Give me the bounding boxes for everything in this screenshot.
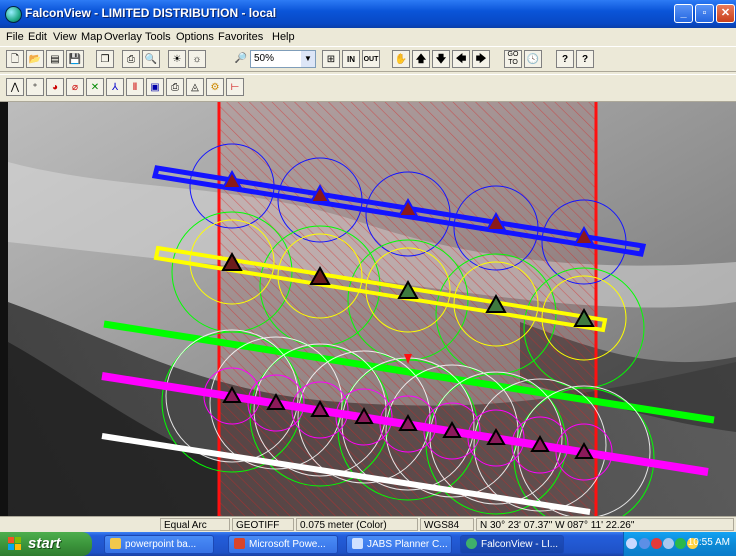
taskbar-item-falconview[interactable]: FalconView - LI... — [460, 535, 564, 554]
map-view[interactable] — [0, 102, 736, 516]
taskbar: start powerpoint ba... Microsoft Powe...… — [0, 532, 736, 556]
print-preview-icon[interactable]: 🔍 — [142, 50, 160, 68]
save-icon[interactable]: 💾 — [66, 50, 84, 68]
point-icon[interactable]: ⁺ — [26, 78, 44, 96]
taskbar-clock: 10:55 AM — [687, 537, 730, 548]
falconview-icon — [466, 538, 477, 549]
no-threat-icon[interactable]: ⌀ — [66, 78, 84, 96]
taskbar-item-microsoft-powerpoint[interactable]: Microsoft Powe... — [228, 535, 338, 554]
close-button[interactable]: ✕ — [716, 4, 735, 23]
draw-icon[interactable]: ◬ — [186, 78, 204, 96]
status-coordinates: N 30° 23' 07.37" W 087° 11' 22.26" — [476, 518, 734, 531]
film-icon[interactable]: ▣ — [146, 78, 164, 96]
minimize-button[interactable]: _ — [674, 4, 693, 23]
brightness-up-icon[interactable]: ☀ — [168, 50, 186, 68]
map-canvas[interactable] — [0, 102, 736, 516]
menu-file[interactable]: File — [6, 31, 24, 43]
status-bar: Equal Arc GEOTIFF 0.075 meter (Color) WG… — [0, 516, 736, 533]
menu-tools[interactable]: Tools — [145, 31, 171, 43]
menu-view[interactable]: View — [53, 31, 77, 43]
range-icon[interactable]: ⊢ — [226, 78, 244, 96]
status-projection: Equal Arc — [160, 518, 230, 531]
menu-map[interactable]: Map — [81, 31, 102, 43]
status-resolution: 0.075 meter (Color) — [296, 518, 418, 531]
folder-icon — [110, 538, 121, 549]
clock-icon[interactable]: 🕓 — [524, 50, 542, 68]
open-icon[interactable]: ▤ — [46, 50, 64, 68]
maximize-button[interactable]: ▫ — [695, 4, 714, 23]
target-icon[interactable]: ✕ — [86, 78, 104, 96]
aircraft-icon[interactable]: ⅄ — [106, 78, 124, 96]
menu-options[interactable]: Options — [176, 31, 214, 43]
main-toolbar: 🗋 📂 ▤ 💾 ❐ ⎙ 🔍 ☀ ☼ 🔎 50% ▼ ⊞ IN OUT ✋ 🡅 🡇… — [0, 46, 736, 72]
menu-help[interactable]: Help — [272, 31, 295, 43]
new-icon[interactable]: 🗋 — [6, 50, 24, 68]
menu-favorites[interactable]: Favorites — [218, 31, 263, 43]
zoom-value: 50% — [254, 53, 275, 64]
overlay-toolbar: ⋀ ⁺ ◕ ⌀ ✕ ⅄ Ⅱ ▣ ⎙ ◬ ⚙ ⊢ — [0, 74, 736, 102]
zoom-select[interactable]: 50% ▼ — [250, 50, 316, 68]
arrow-up-icon[interactable]: 🡅 — [412, 50, 430, 68]
arrow-right-icon[interactable]: 🡆 — [472, 50, 490, 68]
pan-hand-icon[interactable]: ✋ — [392, 50, 410, 68]
zoom-icon[interactable]: 🔎 — [232, 50, 250, 68]
left-edge-strip — [0, 102, 8, 516]
menu-bar: File Edit View Map Overlay Tools Options… — [0, 28, 736, 46]
phone-icon[interactable] — [663, 538, 674, 549]
falconview-app-icon[interactable] — [5, 6, 22, 23]
powerpoint-icon — [234, 538, 245, 549]
system-tray: 10:55 AM — [623, 532, 736, 556]
arrow-left-icon[interactable]: 🡄 — [452, 50, 470, 68]
zoom-out-button[interactable]: OUT — [362, 50, 380, 68]
menu-edit[interactable]: Edit — [28, 31, 47, 43]
taskbar-item-jabs-planner[interactable]: JABS Planner C... — [346, 535, 452, 554]
zoom-in-button[interactable]: IN — [342, 50, 360, 68]
network-icon[interactable] — [639, 538, 650, 549]
windows-flag-icon — [8, 537, 21, 550]
window-icon — [352, 538, 363, 549]
route-icon[interactable]: ⋀ — [6, 78, 24, 96]
taskbar-item-powerpoint-folder[interactable]: powerpoint ba... — [104, 535, 214, 554]
status-map-type: GEOTIFF — [232, 518, 294, 531]
brightness-down-icon[interactable]: ☼ — [188, 50, 206, 68]
tower-icon[interactable]: Ⅱ — [126, 78, 144, 96]
gear-icon[interactable]: ⚙ — [206, 78, 224, 96]
print-icon[interactable]: ⎙ — [122, 50, 140, 68]
start-button[interactable]: start — [0, 532, 92, 556]
start-label: start — [28, 535, 61, 552]
title-bar: FalconView - LIMITED DISTRIBUTION - loca… — [0, 0, 736, 28]
printer-overlay-icon[interactable]: ⎙ — [166, 78, 184, 96]
help-button[interactable]: ? — [556, 50, 574, 68]
status-datum: WGS84 — [420, 518, 474, 531]
menu-overlay[interactable]: Overlay — [104, 31, 142, 43]
open-folder-icon[interactable]: 📂 — [26, 50, 44, 68]
context-help-button[interactable]: ? — [576, 50, 594, 68]
window-title: FalconView - LIMITED DISTRIBUTION - loca… — [25, 6, 277, 20]
arrow-down-icon[interactable]: 🡇 — [432, 50, 450, 68]
goto-button[interactable]: GO TO — [504, 50, 522, 68]
copy-icon[interactable]: ❐ — [96, 50, 114, 68]
threat-icon[interactable]: ◕ — [46, 78, 64, 96]
monitor-icon[interactable] — [675, 538, 686, 549]
chevron-down-icon[interactable]: ▼ — [301, 51, 315, 67]
security-icon[interactable] — [651, 538, 662, 549]
tray-arrow-icon[interactable] — [626, 538, 637, 549]
zoom-to-scale-icon[interactable]: ⊞ — [322, 50, 340, 68]
